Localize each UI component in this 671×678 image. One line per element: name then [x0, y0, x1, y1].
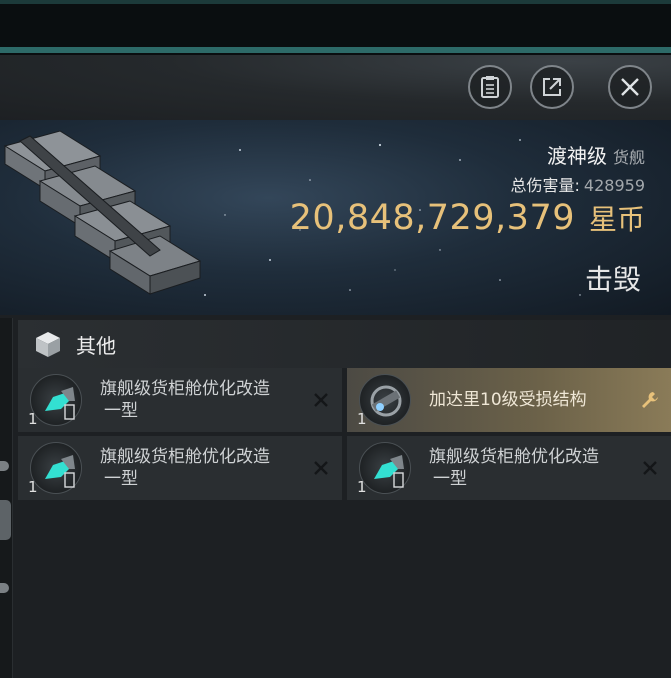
item-name: 加达里10级受损结构 — [429, 389, 639, 411]
item-name-line: 旗舰级货柜舱优化改造 — [100, 447, 270, 467]
side-marker — [0, 461, 9, 471]
box-icon — [36, 332, 60, 357]
item-quantity: 1 — [28, 478, 38, 496]
teal-divider — [0, 47, 671, 53]
item-subtitle: 一型 — [104, 401, 138, 421]
damage-row: 总伤害量: 428959 — [511, 172, 645, 196]
toolbar — [0, 55, 671, 120]
item-quantity: 1 — [28, 410, 38, 428]
top-bar — [0, 0, 671, 55]
section-header: 其他 — [18, 320, 671, 368]
item-name-line: 旗舰级货柜舱优化改造 — [100, 379, 270, 399]
module-icon — [30, 374, 82, 426]
item-quantity: 1 — [357, 410, 367, 428]
side-marker — [0, 583, 9, 593]
status-label: 击毁 — [584, 263, 641, 296]
side-thumbnail — [0, 500, 11, 540]
side-panel-edge — [0, 318, 13, 678]
share-icon — [543, 78, 561, 96]
item-name: 旗舰级货柜舱优化改造 一型 — [100, 378, 310, 422]
damage-label: 总伤害量: — [510, 176, 580, 195]
section-title: 其他 — [76, 333, 116, 358]
share-button[interactable] — [530, 65, 574, 109]
ship-title: 渡神级 货舰 — [547, 140, 645, 169]
remove-icon[interactable] — [639, 457, 661, 479]
item-name: 旗舰级货柜舱优化改造 一型 — [429, 446, 639, 490]
notes-button[interactable] — [468, 65, 512, 109]
module-icon — [30, 442, 82, 494]
ship-class: 货舰 — [612, 148, 645, 167]
ship-image — [3, 130, 202, 295]
notes-icon — [481, 76, 499, 98]
isk-value-row: 20,848,729,379 星币 — [290, 198, 645, 238]
ship-name: 渡神级 — [546, 144, 607, 168]
item-name-line: 旗舰级货柜舱优化改造 — [429, 447, 599, 467]
loss-banner: 渡神级 货舰 总伤害量: 428959 20,848,729,379 星币 击毁 — [0, 120, 671, 315]
close-button[interactable] — [608, 65, 652, 109]
item-name-line: 加达里10级受损结构 — [429, 390, 587, 410]
item-subtitle: 一型 — [433, 469, 467, 489]
list-item[interactable]: 1 加达里10级受损结构 — [347, 368, 671, 432]
close-icon — [621, 78, 639, 96]
structure-icon — [359, 374, 411, 426]
module-icon — [359, 442, 411, 494]
wrench-icon[interactable] — [639, 389, 661, 411]
remove-icon[interactable] — [310, 457, 332, 479]
isk-value: 20,848,729,379 — [289, 198, 575, 238]
item-quantity: 1 — [357, 478, 367, 496]
top-accent-line — [0, 0, 671, 4]
item-name: 旗舰级货柜舱优化改造 一型 — [100, 446, 310, 490]
damage-value: 428959 — [583, 176, 645, 195]
list-item[interactable]: 1 旗舰级货柜舱优化改造 一型 — [18, 368, 342, 432]
remove-icon[interactable] — [310, 389, 332, 411]
list-item[interactable]: 1 旗舰级货柜舱优化改造 一型 — [347, 436, 671, 500]
list-item[interactable]: 1 旗舰级货柜舱优化改造 一型 — [18, 436, 342, 500]
item-subtitle: 一型 — [104, 469, 138, 489]
currency-label: 星币 — [588, 203, 645, 236]
